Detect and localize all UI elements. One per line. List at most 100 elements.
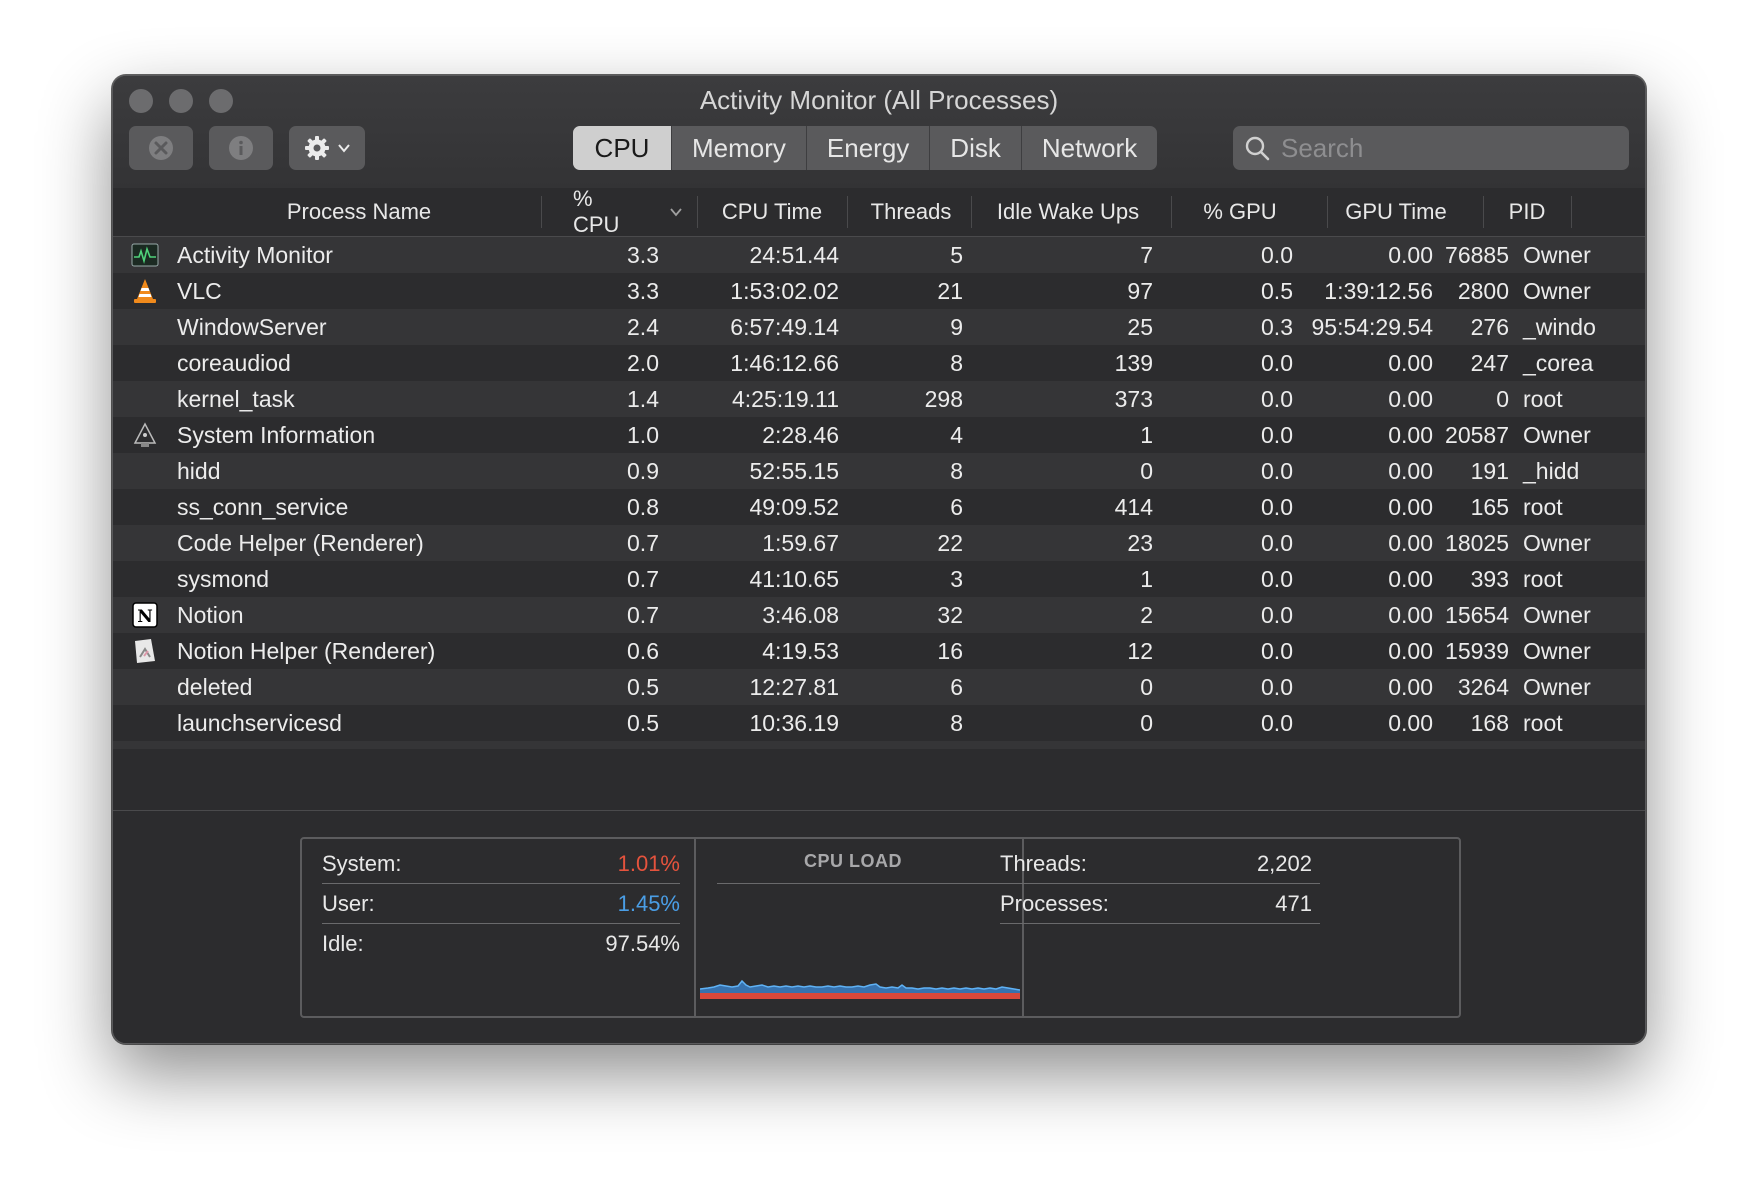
user-value: 1.45% xyxy=(617,891,680,916)
window-title: Activity Monitor (All Processes) xyxy=(699,85,1059,115)
cpu-time-cell: 52:55.15 xyxy=(749,458,839,484)
gpu-time-cell: 0.00 xyxy=(1388,494,1433,520)
column-header-idle-wake-ups[interactable]: Idle Wake Ups xyxy=(975,188,1161,236)
pid-cell: 0 xyxy=(1496,386,1509,412)
threads-cell: 32 xyxy=(937,602,963,628)
column-divider xyxy=(697,196,698,228)
column-header-gpu-time[interactable]: GPU Time xyxy=(1331,188,1461,236)
idle-wake-ups-cell: 0 xyxy=(1140,458,1153,484)
cpu-time-cell: 10:53.62 xyxy=(673,741,839,749)
cpu-cell: 1.4 xyxy=(627,386,659,412)
table-row[interactable]: sysmond 0.7 41:10.65 3 1 0.0 0.00 393 root xyxy=(113,561,1645,597)
gpu-cell: 0.0 xyxy=(1261,458,1293,484)
pid-cell: 155 xyxy=(1439,741,1509,749)
table-row[interactable]: coreaudiod 2.0 1:46:12.66 8 139 0.0 0.00 247 _co… xyxy=(113,345,1645,381)
inspect-process-button[interactable] xyxy=(209,126,273,170)
gpu-time-cell: 0.00 xyxy=(1388,422,1433,448)
idle-wake-ups-cell: 12 xyxy=(1127,638,1153,664)
table-row[interactable]: System Information 1.0 2:28.46 4 1 0.0 0.00 205… xyxy=(113,417,1645,453)
gpu-time-cell: 0.00 xyxy=(1388,602,1433,628)
column-header-threads[interactable]: Threads xyxy=(851,188,971,236)
cpu-cell: 0.6 xyxy=(627,638,659,664)
table-row[interactable]: hidd 0.9 52:55.15 8 0 0.0 0.00 191 _hidd xyxy=(113,453,1645,489)
pid-cell: 15654 xyxy=(1445,602,1509,628)
table-row[interactable]: Code Helper (Renderer) 0.7 1:59.67 22 23 0.0 0… xyxy=(113,525,1645,561)
process-name-cell: coreaudiod xyxy=(177,350,291,376)
user-cell: root xyxy=(1523,741,1563,749)
title-bar: Activity Monitor (All Processes) CPU Mem… xyxy=(113,76,1645,189)
threads-cell: 4 xyxy=(950,422,963,448)
process-name-cell: Notion Helper (Renderer) xyxy=(177,638,436,664)
idle-wake-ups-cell: 7 xyxy=(1140,242,1153,268)
user-cell: _windo xyxy=(1523,314,1596,340)
cpu-time-cell: 6:57:49.14 xyxy=(730,314,839,340)
user-label: User: xyxy=(322,891,375,916)
cpu-cell: 2.4 xyxy=(627,314,659,340)
table-row[interactable]: VLC 3.3 1:53:02.02 21 97 0.5 1:39:12.56 2800 Own… xyxy=(113,273,1645,309)
pid-cell: 76885 xyxy=(1445,242,1509,268)
processes-value: 471 xyxy=(1275,891,1312,916)
tab-energy[interactable]: Energy xyxy=(805,126,929,170)
actions-menu-button[interactable] xyxy=(289,126,365,170)
gpu-time-cell: 0.00 xyxy=(1299,741,1433,749)
table-row[interactable]: WindowServer 2.4 6:57:49.14 9 25 0.3 95:54:29.… xyxy=(113,309,1645,345)
table-row[interactable]: deleted 0.5 12:27.81 6 0 0.0 0.00 3264 Owner xyxy=(113,669,1645,705)
process-name-cell: ss_conn_service xyxy=(177,494,349,520)
table-row[interactable]: ss_conn_service 0.8 49:09.52 6 414 0.0 0.00 165… xyxy=(113,489,1645,525)
cpu-time-cell: 1:46:12.66 xyxy=(730,350,839,376)
sort-descending-icon xyxy=(670,208,682,217)
pid-cell: 2800 xyxy=(1457,278,1509,304)
table-row[interactable]: Notion Helper (Renderer) 0.6 4:19.53 16 12 0.… xyxy=(113,633,1645,669)
idle-wake-ups-cell: 1 xyxy=(1140,566,1153,592)
gpu-cell: 0.0 xyxy=(1261,242,1293,268)
system-stat: System: 1.01% xyxy=(322,845,680,884)
threads-cell: 298 xyxy=(924,386,963,412)
idle-wake-ups-cell: 25 xyxy=(1127,314,1153,340)
system-label: System: xyxy=(322,851,402,876)
cpu-cell: 3.3 xyxy=(627,278,659,304)
gpu-cell: 0.0 xyxy=(1261,566,1293,592)
gpu-cell: 0.5 xyxy=(1261,278,1293,304)
cpu-time-cell: 24:51.44 xyxy=(749,242,839,268)
gpu-cell: 0.0 xyxy=(1173,741,1293,749)
user-cell: Owner xyxy=(1523,638,1591,664)
table-row[interactable]: launchservicesd 0.5 10:36.19 8 0 0.0 0.00 168 ro… xyxy=(113,705,1645,741)
pid-cell: 168 xyxy=(1470,710,1509,736)
table-row[interactable]: N Notion 0.7 3:46.08 32 2 0.0 0.00 15654 Owner xyxy=(113,597,1645,633)
column-header-gpu[interactable]: % GPU xyxy=(1175,188,1305,236)
threads-cell: 9 xyxy=(950,314,963,340)
threads-cell: 22 xyxy=(937,530,963,556)
view-tabs: CPU Memory Energy Disk Network xyxy=(573,126,1158,170)
column-divider xyxy=(541,196,542,228)
tab-memory[interactable]: Memory xyxy=(671,126,806,170)
tab-disk[interactable]: Disk xyxy=(929,126,1021,170)
processes-label: Processes: xyxy=(1000,891,1109,916)
quit-process-button[interactable] xyxy=(129,126,193,170)
search-icon xyxy=(1245,136,1270,161)
pid-cell: 165 xyxy=(1470,494,1509,520)
column-header-cpu[interactable]: % CPU xyxy=(573,186,643,237)
cpu-time-cell: 3:46.08 xyxy=(762,602,839,628)
column-divider xyxy=(1483,196,1484,228)
column-header-cpu-time[interactable]: CPU Time xyxy=(707,188,837,236)
processes-stat: Processes: 471 xyxy=(1000,885,1320,924)
table-row[interactable]: diskarbitrationd 0.5 10:53.62 2 0 0.0 0.00 155 r… xyxy=(113,741,1645,749)
table-row[interactable]: kernel_task 1.4 4:25:19.11 298 373 0.0 0.00 0 ro… xyxy=(113,381,1645,417)
column-header-pid[interactable]: PID xyxy=(1487,188,1567,236)
search-field[interactable]: Search xyxy=(1233,126,1629,170)
process-name-cell: hidd xyxy=(177,458,221,484)
column-divider xyxy=(1571,196,1572,228)
column-header-process-name[interactable]: Process Name xyxy=(239,188,479,236)
gear-icon xyxy=(305,136,329,160)
user-cell: root xyxy=(1523,710,1563,736)
cpu-time-cell: 1:53:02.02 xyxy=(730,278,839,304)
table-row[interactable]: Activity Monitor 3.3 24:51.44 5 7 0.0 0.00 7688… xyxy=(113,237,1645,273)
idle-wake-ups-cell: 414 xyxy=(1114,494,1153,520)
tab-network[interactable]: Network xyxy=(1020,126,1157,170)
tab-cpu[interactable]: CPU xyxy=(573,126,671,170)
threads-cell: 16 xyxy=(937,638,963,664)
gpu-cell: 0.0 xyxy=(1261,386,1293,412)
process-name-cell: WindowServer xyxy=(177,314,327,340)
process-name-cell: launchservicesd xyxy=(177,710,342,736)
idle-label: Idle: xyxy=(322,931,364,956)
